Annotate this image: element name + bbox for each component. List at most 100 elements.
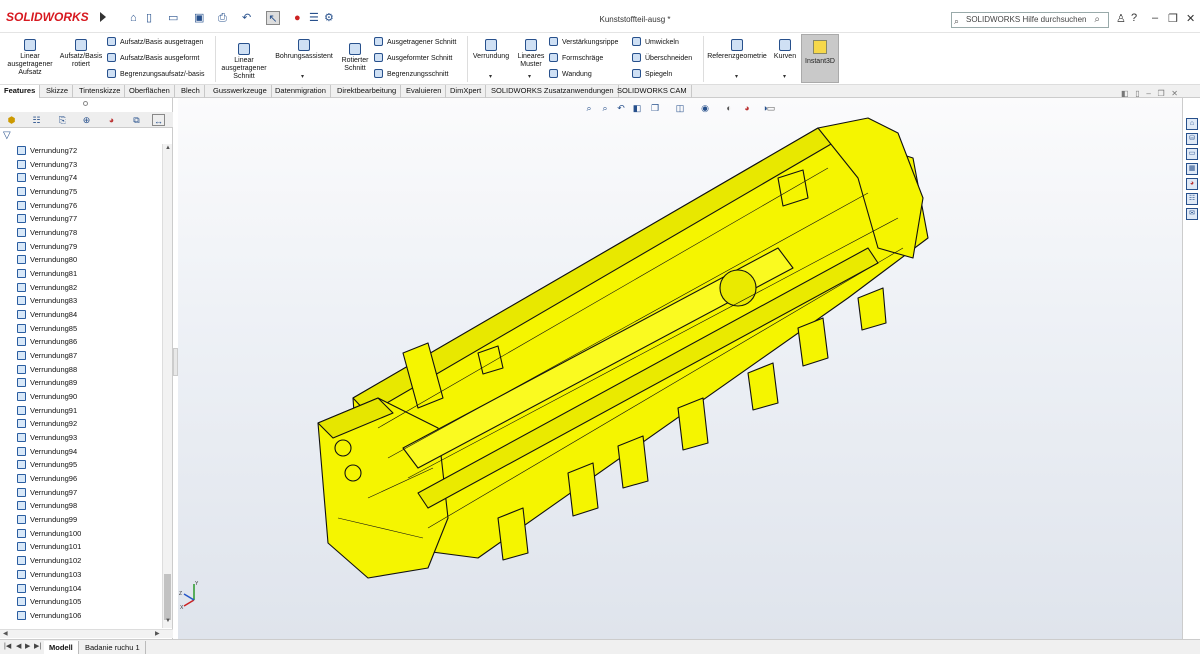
cam-manager-tab-icon[interactable]: ⧉ bbox=[130, 114, 143, 126]
wrap-button[interactable]: Umwickeln bbox=[632, 37, 679, 48]
first-tab-icon[interactable]: |◀ bbox=[4, 642, 11, 650]
viewport-single-icon[interactable]: ▯ bbox=[1135, 89, 1139, 98]
tree-item-fillet[interactable]: Verrundung93 bbox=[0, 431, 162, 445]
tab-dimxpert[interactable]: DimXpert bbox=[446, 85, 487, 98]
tree-item-fillet[interactable]: Verrundung83 bbox=[0, 294, 162, 308]
graphics-area[interactable]: ⌕ ⌕ ↶ ◧ ❐ ◫ ◉ ◐ ◕ ◑ ▭ ◧ ▯ – ❐ ✕ bbox=[178, 89, 1182, 639]
tree-item-fillet[interactable]: Verrundung80 bbox=[0, 253, 162, 267]
dropdown-caret-icon[interactable]: ▾ bbox=[783, 73, 786, 80]
tree-item-fillet[interactable]: Verrundung79 bbox=[0, 240, 162, 254]
tree-item-fillet[interactable]: Verrundung101 bbox=[0, 540, 162, 554]
tree-item-fillet[interactable]: Verrundung89 bbox=[0, 376, 162, 390]
lofted-boss-button[interactable]: Aufsatz/Basis ausgeformt bbox=[107, 53, 199, 64]
rib-button[interactable]: Verstärkungsrippe bbox=[549, 37, 618, 48]
tab-datenmigration[interactable]: Datenmigration bbox=[271, 85, 331, 98]
scroll-down-arrow-icon[interactable]: ▼ bbox=[165, 618, 171, 624]
tree-item-fillet[interactable]: Verrundung96 bbox=[0, 472, 162, 486]
viewport-minimize-icon[interactable]: – bbox=[1146, 89, 1150, 98]
tab-oberflaechen[interactable]: Oberflächen bbox=[125, 85, 175, 98]
appearances-icon[interactable]: ◕ bbox=[1186, 178, 1198, 190]
options-gear-icon[interactable]: ⚙ bbox=[324, 11, 334, 25]
swept-cut-button[interactable]: Ausgetragener Schnitt bbox=[374, 37, 456, 48]
dropdown-caret-icon[interactable]: ▾ bbox=[528, 73, 531, 80]
last-tab-icon[interactable]: ▶| bbox=[34, 642, 41, 650]
boundary-cut-button[interactable]: Begrenzungsschnitt bbox=[374, 69, 448, 80]
tree-item-fillet[interactable]: Verrundung85 bbox=[0, 322, 162, 336]
tab-features[interactable]: Features bbox=[0, 85, 41, 99]
tree-item-fillet[interactable]: Verrundung104 bbox=[0, 582, 162, 596]
draft-button[interactable]: Formschräge bbox=[549, 53, 603, 64]
tree-item-fillet[interactable]: Verrundung97 bbox=[0, 486, 162, 500]
revolved-cut-button[interactable]: Rotierter Schnitt bbox=[339, 41, 371, 73]
custom-properties-icon[interactable]: ☷ bbox=[1186, 193, 1198, 205]
scroll-left-arrow-icon[interactable]: ◀ bbox=[3, 630, 8, 637]
panel-collapse-dot-icon[interactable] bbox=[83, 101, 88, 106]
select-cursor-icon[interactable]: ↖ bbox=[266, 11, 280, 25]
tree-item-fillet[interactable]: Verrundung91 bbox=[0, 404, 162, 418]
reference-geometry-button[interactable]: Referenzgeometrie bbox=[706, 37, 768, 61]
tab-solidworks-cam[interactable]: SOLIDWORKS CAM bbox=[613, 85, 692, 98]
search-go-icon[interactable]: ⌕ bbox=[1094, 13, 1100, 27]
tree-item-fillet[interactable]: Verrundung106 bbox=[0, 609, 162, 623]
tree-item-fillet[interactable]: Verrundung90 bbox=[0, 390, 162, 404]
curves-button[interactable]: Kurven bbox=[771, 37, 799, 61]
new-document-icon[interactable]: ▯ bbox=[146, 11, 152, 25]
dropdown-caret-icon[interactable]: ▾ bbox=[489, 73, 492, 80]
tab-direktbearbeitung[interactable]: Direktbearbeitung bbox=[333, 85, 402, 98]
mirror-button[interactable]: Spiegeln bbox=[632, 69, 672, 80]
dropdown-caret-icon[interactable]: ▾ bbox=[735, 73, 738, 80]
tree-horizontal-scrollbar[interactable]: ◀ ▶ bbox=[0, 629, 173, 638]
tree-vertical-scrollbar[interactable]: ▲ ▼ bbox=[162, 144, 172, 628]
tree-item-fillet[interactable]: Verrundung82 bbox=[0, 281, 162, 295]
forum-icon[interactable]: ✉ bbox=[1186, 208, 1198, 220]
tree-item-fillet[interactable]: Verrundung95 bbox=[0, 458, 162, 472]
filter-icon[interactable]: ▽ bbox=[3, 130, 11, 141]
print-icon[interactable]: ⎙ bbox=[218, 11, 227, 25]
tree-item-fillet[interactable]: Verrundung105 bbox=[0, 595, 162, 609]
tab-evaluieren[interactable]: Evaluieren bbox=[402, 85, 447, 98]
help-icon[interactable]: ? bbox=[1131, 12, 1137, 24]
viewport-restore-icon[interactable]: ❐ bbox=[1157, 89, 1164, 98]
hole-wizard-button[interactable]: Bohrungsassistent bbox=[272, 37, 336, 61]
tab-skizze[interactable]: Skizze bbox=[42, 85, 74, 98]
shell-button[interactable]: Wandung bbox=[549, 69, 592, 80]
tab-tintenskizze[interactable]: Tintenskizze bbox=[75, 85, 126, 98]
tree-item-fillet[interactable]: Verrundung78 bbox=[0, 226, 162, 240]
design-library-icon[interactable]: ⛁ bbox=[1186, 133, 1198, 145]
solidworks-logo[interactable]: SOLIDWORKS bbox=[6, 10, 89, 24]
property-manager-tab-icon[interactable]: ☷ bbox=[30, 114, 43, 126]
tree-item-fillet[interactable]: Verrundung73 bbox=[0, 158, 162, 172]
save-icon[interactable]: ▣ bbox=[194, 11, 204, 25]
prev-tab-icon[interactable]: ◀ bbox=[16, 642, 21, 650]
linear-extruded-boss-button[interactable]: Linear ausgetragener Aufsatz bbox=[4, 37, 56, 77]
tree-item-fillet[interactable]: Verrundung74 bbox=[0, 171, 162, 185]
plastic-part-model[interactable] bbox=[178, 98, 1182, 639]
tab-modell[interactable]: Modell bbox=[44, 641, 79, 654]
viewport-close-icon[interactable]: ✕ bbox=[1171, 89, 1178, 98]
revolved-boss-button[interactable]: Aufsatz/Basis rotiert bbox=[58, 37, 104, 69]
resources-home-icon[interactable]: ⌂ bbox=[1186, 118, 1198, 130]
tab-motion-study[interactable]: Badanie ruchu 1 bbox=[80, 641, 146, 654]
tree-item-fillet[interactable]: Verrundung98 bbox=[0, 499, 162, 513]
scroll-right-arrow-icon[interactable]: ▶ bbox=[155, 630, 160, 637]
close-icon[interactable]: ✕ bbox=[1186, 12, 1195, 25]
user-account-icon[interactable]: ♙ bbox=[1116, 12, 1126, 25]
scroll-up-arrow-icon[interactable]: ▲ bbox=[165, 145, 171, 151]
boundary-boss-button[interactable]: Begrenzungsaufsatz/-basis bbox=[107, 69, 204, 80]
tree-item-fillet[interactable]: Verrundung92 bbox=[0, 417, 162, 431]
scrollbar-thumb[interactable] bbox=[164, 574, 171, 620]
configuration-manager-tab-icon[interactable]: ⎘ bbox=[56, 114, 69, 126]
tree-item-fillet[interactable]: Verrundung84 bbox=[0, 308, 162, 322]
intersect-button[interactable]: Überschneiden bbox=[632, 53, 692, 64]
undo-icon[interactable]: ↶ bbox=[242, 11, 251, 25]
viewport-split-icon[interactable]: ◧ bbox=[1121, 89, 1129, 98]
swept-boss-button[interactable]: Aufsatz/Basis ausgetragen bbox=[107, 37, 203, 48]
restore-icon[interactable]: ❐ bbox=[1168, 12, 1178, 25]
fillet-button[interactable]: Verrundung bbox=[470, 37, 512, 61]
display-manager-tab-icon[interactable]: ◕ bbox=[105, 114, 118, 126]
tree-item-fillet[interactable]: Verrundung81 bbox=[0, 267, 162, 281]
linear-extruded-cut-button[interactable]: Linear ausgetragener Schnitt bbox=[219, 41, 269, 81]
tree-item-fillet[interactable]: Verrundung103 bbox=[0, 568, 162, 582]
menu-expand-arrow-icon[interactable] bbox=[100, 12, 106, 22]
tree-item-fillet[interactable]: Verrundung77 bbox=[0, 212, 162, 226]
